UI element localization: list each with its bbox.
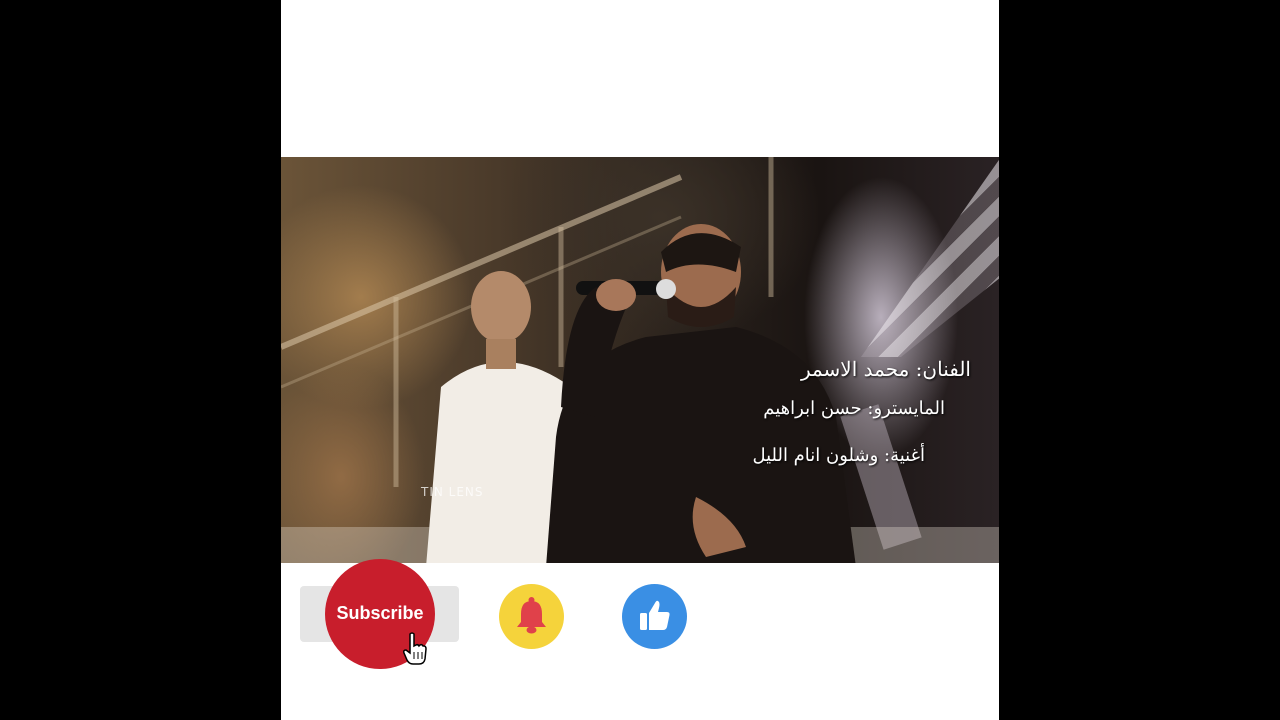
caption-artist: الفنان: محمد الاسمر: [800, 357, 971, 381]
video-player[interactable]: الفنان: محمد الاسمر المايسترو: حسن ابراه…: [281, 157, 999, 563]
video-frame: الفنان: محمد الاسمر المايسترو: حسن ابراه…: [281, 0, 999, 720]
subscribe-label: Subscribe: [336, 603, 424, 623]
bell-button[interactable]: [499, 584, 564, 649]
thumbs-up-icon: [640, 600, 670, 630]
like-button[interactable]: [622, 584, 687, 649]
bell-icon: [517, 597, 546, 634]
watermark: TIN LENS: [421, 485, 484, 499]
caption-maestro: المايسترو: حسن ابراهيم: [763, 398, 945, 419]
singer: [546, 224, 856, 563]
hand-pointer-icon: [403, 632, 427, 665]
caption-song: أغنية: وشلون انام الليل: [752, 445, 925, 466]
